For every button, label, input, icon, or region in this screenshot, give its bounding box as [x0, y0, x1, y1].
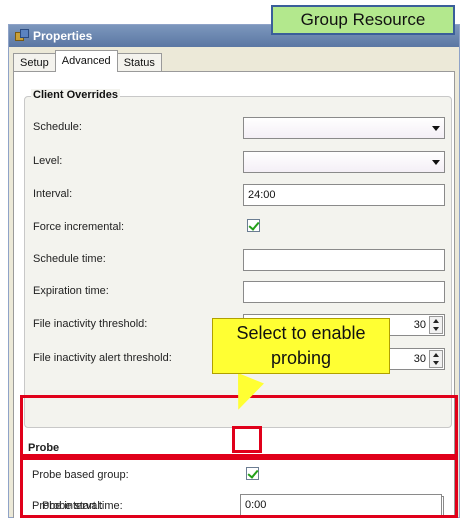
file-inactivity-alert-value: 30 [413, 353, 426, 365]
properties-app-icon [15, 29, 29, 43]
file-inactivity-alert-label: File inactivity alert threshold: [33, 352, 172, 364]
tab-status[interactable]: Status [116, 53, 162, 72]
file-inactivity-threshold-value: 30 [413, 319, 426, 331]
force-incremental-label: Force incremental: [33, 221, 125, 233]
screenshot-stage: Properties Setup Advanced Status Client … [0, 0, 465, 518]
window-title: Properties [33, 29, 93, 43]
chevron-down-icon [432, 160, 440, 165]
file-inactivity-threshold-label: File inactivity threshold: [33, 318, 148, 330]
level-label: Level: [33, 155, 63, 167]
schedule-label: Schedule: [33, 121, 82, 133]
chevron-down-icon [432, 126, 440, 131]
spin-arrows-icon[interactable] [429, 350, 443, 368]
level-dropdown[interactable] [243, 151, 445, 173]
client-overrides-title: Client Overrides [31, 89, 120, 101]
enable-probing-callout: Select to enable probing [212, 318, 390, 374]
checkbox-highlight-box [232, 426, 262, 453]
tab-advanced[interactable]: Advanced [54, 50, 118, 72]
force-incremental-checkbox[interactable] [247, 219, 260, 232]
tab-strip: Setup Advanced Status [13, 50, 162, 72]
interval-label: Interval: [33, 188, 73, 200]
probe-settings-highlight-box [20, 457, 458, 518]
group-resource-callout: Group Resource [271, 5, 455, 35]
interval-input[interactable]: 24:00 [243, 184, 445, 206]
expiration-time-label: Expiration time: [33, 285, 109, 297]
schedule-dropdown[interactable] [243, 117, 445, 139]
schedule-time-input[interactable] [243, 249, 445, 271]
schedule-time-label: Schedule time: [33, 253, 106, 265]
tab-setup[interactable]: Setup [13, 53, 56, 72]
spin-arrows-icon[interactable] [429, 316, 443, 334]
expiration-time-input[interactable] [243, 281, 445, 303]
